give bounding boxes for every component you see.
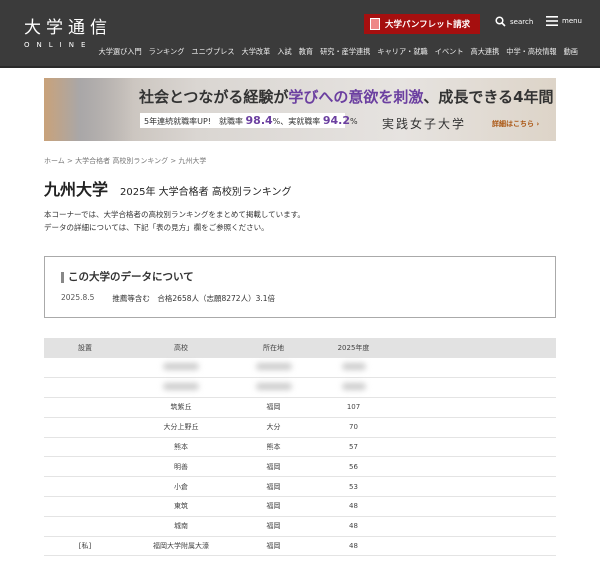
university-name: 九州大学 bbox=[44, 180, 109, 199]
nav-item[interactable]: イベント bbox=[435, 47, 464, 57]
cell-pref: 福岡 bbox=[236, 496, 311, 517]
page-subtitle: 2025年 大学合格者 高校別ランキング bbox=[120, 187, 292, 198]
cell-school: 東筑 bbox=[126, 496, 236, 517]
intro-line: データの詳細については、下記「表の見方」欄をご参照ください。 bbox=[44, 223, 269, 232]
menu-label: menu bbox=[562, 17, 582, 25]
ad-banner[interactable]: 社会とつながる経験が学びへの意欲を刺激、成長できる4年間 5年連続就職率UP! … bbox=[44, 78, 556, 141]
data-date: 2025.8.5 bbox=[61, 293, 95, 302]
cell-count: 48 bbox=[311, 536, 396, 557]
banner-university: 実践女子大学 bbox=[382, 117, 467, 131]
cell-count: 107 bbox=[311, 397, 396, 418]
nav-item[interactable]: 大学改革 bbox=[242, 47, 271, 57]
table-row: 東筑 福岡 48 bbox=[44, 496, 556, 517]
pamphlet-request-button[interactable]: 大学パンフレット請求 bbox=[364, 14, 480, 34]
intro-text: 本コーナーでは、大学合格者の高校別ランキングをまとめて掲載しています。 データの… bbox=[44, 208, 305, 234]
banner-stats: 5年連続就職率UP! 就職率 98.4%、実就職率 94.2% bbox=[140, 113, 358, 128]
cell-school: 福岡大学附属大濠 bbox=[126, 536, 236, 557]
site-header: 大学通信 ONLINE 大学パンフレット請求 search menu 大学選び入… bbox=[0, 0, 600, 68]
nav-item[interactable]: 動画 bbox=[564, 47, 578, 57]
cell-count: 48 bbox=[311, 496, 396, 517]
cell-school: 小倉 bbox=[126, 476, 236, 498]
col-header: 高校 bbox=[126, 338, 236, 358]
blurred-row bbox=[44, 358, 556, 379]
breadcrumb[interactable]: ホーム > 大学合格者 高校別ランキング > 九州大学 bbox=[44, 156, 206, 166]
banner-cta[interactable]: 詳細はこちら › bbox=[492, 119, 539, 129]
cell-pref: 福岡 bbox=[236, 397, 311, 418]
cell-type bbox=[44, 456, 126, 478]
cell-pref: 熊本 bbox=[236, 437, 311, 458]
nav-item[interactable]: 入試 bbox=[277, 47, 291, 57]
intro-line: 本コーナーでは、大学合格者の高校別ランキングをまとめて掲載しています。 bbox=[44, 210, 305, 219]
table-header-row: 設置 高校 所在地 2025年度 bbox=[44, 338, 556, 358]
cell-count: 57 bbox=[311, 437, 396, 458]
cell-pref: 福岡 bbox=[236, 456, 311, 478]
blurred-row bbox=[44, 377, 556, 399]
cell-type bbox=[44, 417, 126, 438]
pamphlet-icon bbox=[370, 18, 380, 30]
menu-button[interactable]: menu bbox=[546, 16, 582, 26]
nav-item[interactable]: 研究・産学連携 bbox=[320, 47, 370, 57]
cell-school: 熊本 bbox=[126, 437, 236, 458]
cell-type: [私] bbox=[44, 536, 126, 557]
data-box-heading: この大学のデータについて bbox=[61, 272, 194, 283]
site-logo[interactable]: 大学通信 ONLINE bbox=[24, 13, 112, 49]
cell-school: 明善 bbox=[126, 456, 236, 478]
cell-type bbox=[44, 476, 126, 498]
nav-item[interactable]: 大学選び入門 bbox=[99, 47, 142, 57]
cell-pref: 福岡 bbox=[236, 536, 311, 557]
cell-school: 大分上野丘 bbox=[126, 417, 236, 438]
data-info-box: この大学のデータについて 2025.8.5 推薦等含む 合格2658人（志願82… bbox=[44, 256, 556, 318]
table-row: 明善 福岡 56 bbox=[44, 456, 556, 478]
table-row: 小倉 福岡 53 bbox=[44, 476, 556, 498]
logo-text: 大学通信 bbox=[24, 18, 112, 38]
table-row: 熊本 熊本 57 bbox=[44, 437, 556, 458]
cell-count: 56 bbox=[311, 456, 396, 478]
cell-type bbox=[44, 496, 126, 517]
cell-pref: 福岡 bbox=[236, 476, 311, 498]
search-label: search bbox=[510, 17, 534, 26]
col-header: 所在地 bbox=[236, 338, 311, 358]
cell-school: 筑紫丘 bbox=[126, 397, 236, 418]
cell-pref: 大分 bbox=[236, 417, 311, 438]
col-header: 2025年度 bbox=[311, 338, 396, 358]
cell-count: 48 bbox=[311, 516, 396, 537]
page-title: 九州大学 2025年 大学合格者 高校別ランキング bbox=[44, 176, 292, 200]
table-row: 城南 福岡 48 bbox=[44, 516, 556, 537]
table-row: 大分上野丘 大分 70 bbox=[44, 417, 556, 438]
nav-item[interactable]: 教育 bbox=[299, 47, 313, 57]
main-nav: 大学選び入門 ランキング ユニヴプレス 大学改革 入試 教育 研究・産学連携 キ… bbox=[99, 47, 578, 57]
cell-type bbox=[44, 516, 126, 537]
banner-headline: 社会とつながる経験が学びへの意欲を刺激、成長できる4年間 bbox=[139, 88, 554, 106]
banner-city-image bbox=[44, 78, 134, 141]
data-detail: 推薦等含む 合格2658人（志願8272人）3.1倍 bbox=[112, 294, 276, 303]
cell-pref: 福岡 bbox=[236, 516, 311, 537]
cell-type bbox=[44, 437, 126, 458]
col-header: 設置 bbox=[44, 338, 126, 358]
nav-item[interactable]: ユニヴプレス bbox=[191, 47, 234, 57]
table-row: 筑紫丘 福岡 107 bbox=[44, 397, 556, 418]
search-icon bbox=[495, 16, 506, 27]
cell-count: 53 bbox=[311, 476, 396, 498]
pamphlet-label: 大学パンフレット請求 bbox=[385, 20, 471, 30]
nav-item[interactable]: 中学・高校情報 bbox=[506, 47, 556, 57]
ranking-table: 設置 高校 所在地 2025年度 筑紫丘 福岡 107 大分上野丘 大分 70 熊本 熊本 57… bbox=[44, 338, 556, 557]
cell-school: 城南 bbox=[126, 516, 236, 537]
nav-item[interactable]: キャリア・就職 bbox=[377, 47, 427, 57]
nav-item[interactable]: 高大連携 bbox=[471, 47, 500, 57]
cell-type bbox=[44, 397, 126, 418]
cell-count: 70 bbox=[311, 417, 396, 438]
hamburger-icon bbox=[546, 16, 558, 26]
search-button[interactable]: search bbox=[495, 16, 533, 27]
table-row: [私] 福岡大学附属大濠 福岡 48 bbox=[44, 536, 556, 557]
nav-item[interactable]: ランキング bbox=[149, 47, 185, 57]
